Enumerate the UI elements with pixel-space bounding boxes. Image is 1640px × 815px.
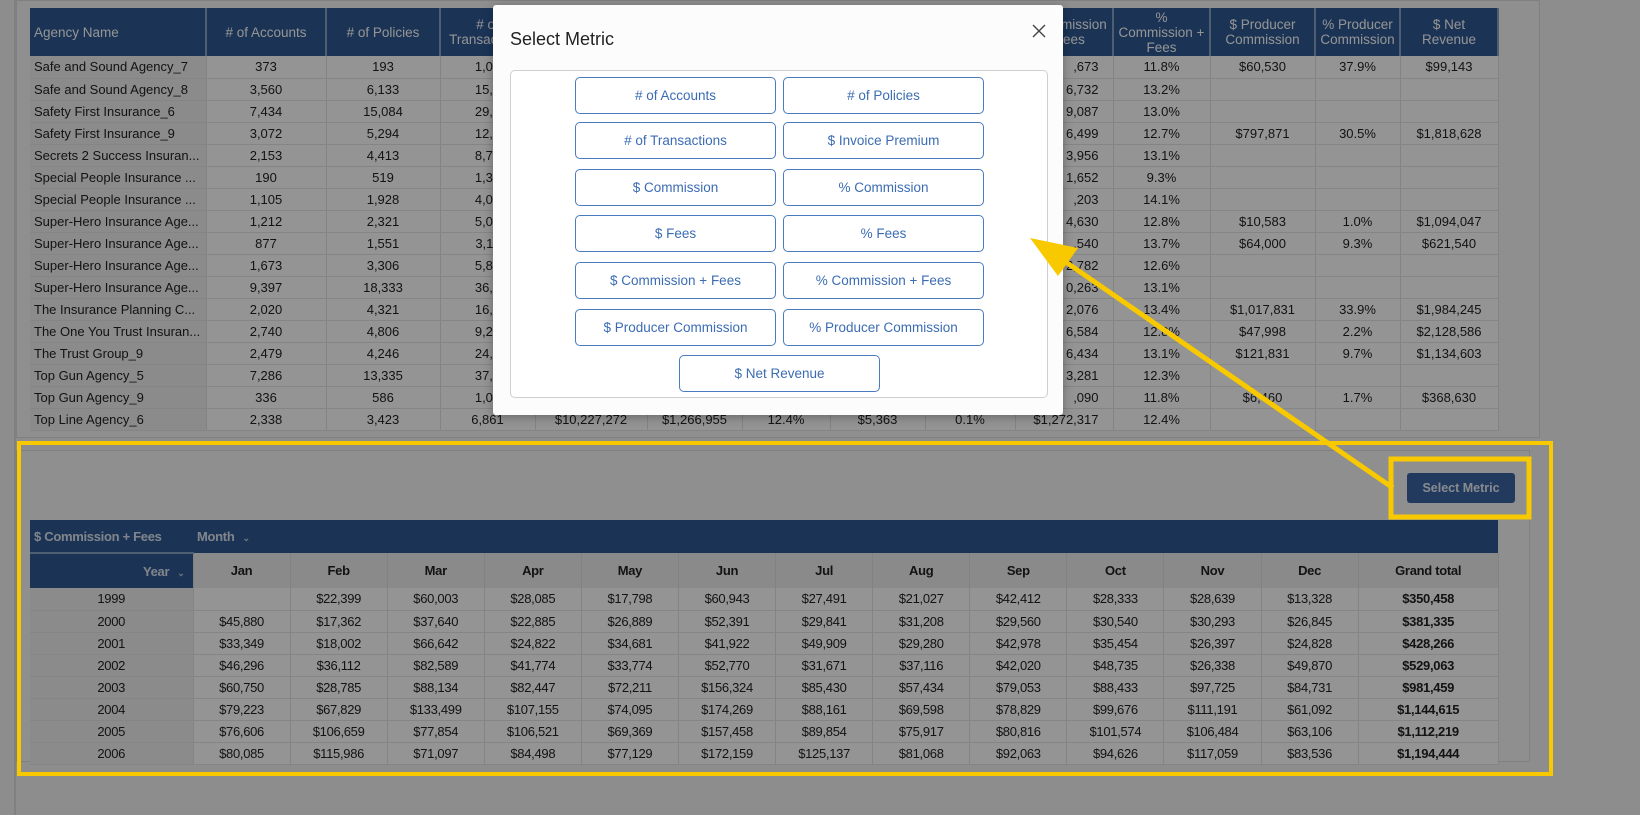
metric-option-button[interactable]: % Fees (783, 215, 984, 252)
metric-option-button[interactable]: # of Policies (783, 77, 984, 114)
metric-option-button[interactable]: $ Net Revenue (679, 355, 880, 392)
metric-option-button[interactable]: $ Commission (575, 169, 776, 206)
metric-options-box: # of Accounts # of Policies # of Transacti… (510, 70, 1048, 398)
select-metric-dialog: Select Metric # of Accounts # of Policies… (493, 5, 1063, 415)
metric-option-button[interactable]: % Producer Commission (783, 309, 984, 346)
close-icon[interactable] (1029, 21, 1049, 41)
metric-option-button[interactable]: # of Transactions (575, 122, 776, 159)
metric-option-button[interactable]: % Commission (783, 169, 984, 206)
dialog-title: Select Metric (510, 29, 615, 49)
metric-option-button[interactable]: % Commission + Fees (783, 262, 984, 299)
metric-option-button[interactable]: $ Invoice Premium (783, 122, 984, 159)
metric-option-button[interactable]: $ Producer Commission (575, 309, 776, 346)
metric-option-button[interactable]: # of Accounts (575, 77, 776, 114)
metric-option-button[interactable]: $ Commission + Fees (575, 262, 776, 299)
metric-option-button[interactable]: $ Fees (575, 215, 776, 252)
